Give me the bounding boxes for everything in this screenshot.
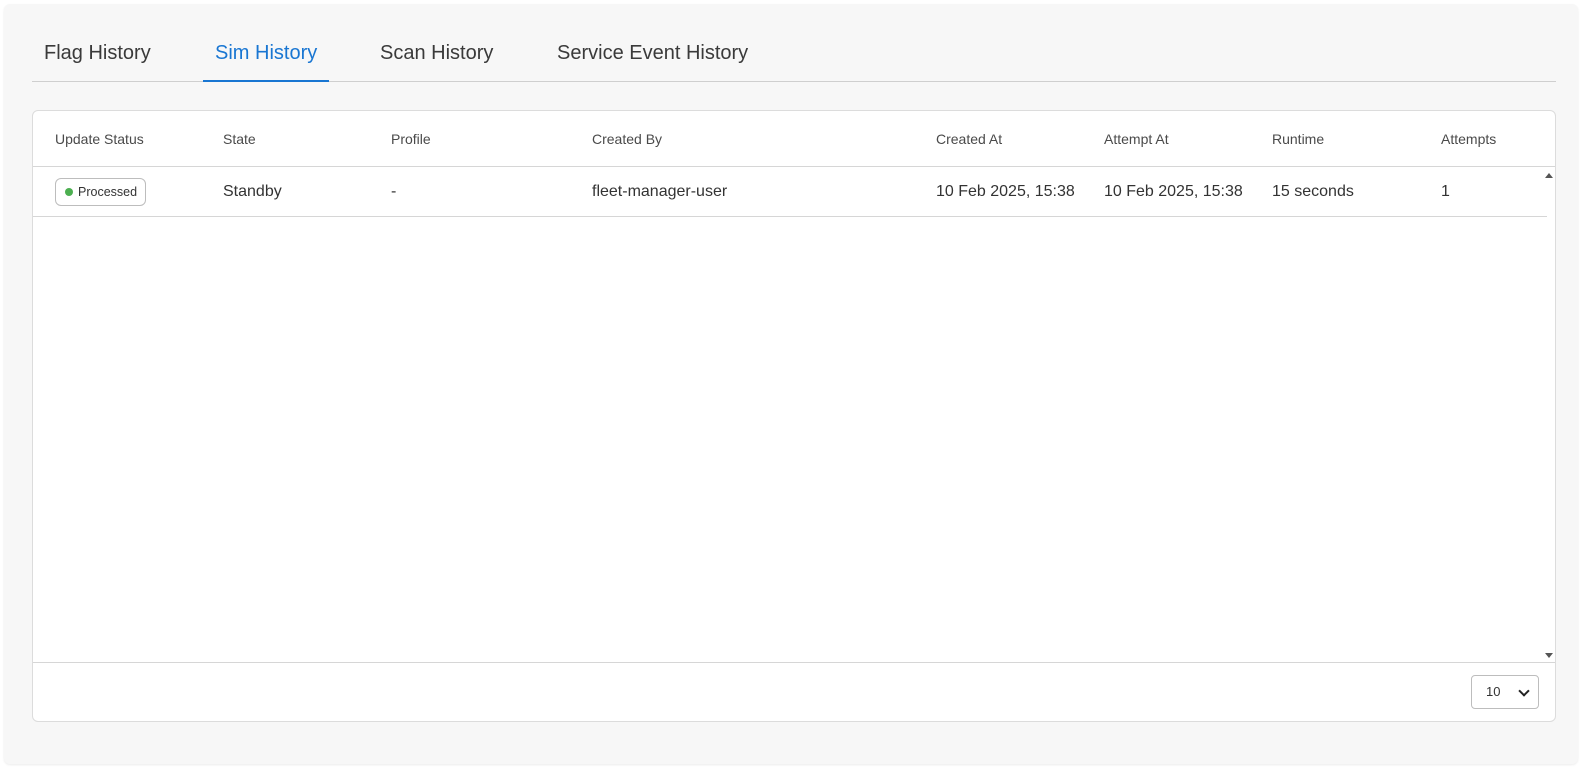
- tab-scan-history[interactable]: Scan History: [368, 28, 505, 82]
- cell-attempts: 1: [1441, 183, 1450, 200]
- chevron-down-icon: [1518, 685, 1530, 697]
- page-size-select[interactable]: 10: [1471, 675, 1539, 709]
- table-header: Update Status State Profile Created By C…: [33, 111, 1555, 167]
- column-header-created-by[interactable]: Created By: [592, 111, 662, 167]
- sim-history-table: Update Status State Profile Created By C…: [32, 110, 1556, 722]
- column-header-attempt-at[interactable]: Attempt At: [1104, 111, 1169, 167]
- page-size-value: 10: [1486, 684, 1501, 699]
- scroll-up-arrow-icon[interactable]: [1545, 173, 1553, 178]
- cell-state: Standby: [223, 183, 282, 200]
- table-footer: 10: [33, 662, 1555, 721]
- column-header-runtime[interactable]: Runtime: [1272, 111, 1324, 167]
- cell-created-by: fleet-manager-user: [592, 183, 728, 200]
- column-header-state[interactable]: State: [223, 111, 256, 167]
- tab-service-event-history[interactable]: Service Event History: [545, 28, 760, 82]
- tab-sim-history[interactable]: Sim History: [203, 28, 330, 82]
- table-row[interactable]: Processed Standby - fleet-manager-user 1…: [33, 167, 1547, 217]
- cell-runtime: 15 seconds: [1272, 183, 1354, 200]
- scroll-down-arrow-icon[interactable]: [1545, 653, 1553, 658]
- status-badge-label: Processed: [78, 185, 138, 199]
- cell-profile: -: [391, 183, 397, 200]
- column-header-profile[interactable]: Profile: [391, 111, 431, 167]
- column-header-created-at[interactable]: Created At: [936, 111, 1002, 167]
- table-body[interactable]: Processed Standby - fleet-manager-user 1…: [33, 167, 1555, 663]
- status-dot-icon: [65, 188, 73, 196]
- status-badge: Processed: [55, 178, 147, 206]
- column-header-update-status[interactable]: Update Status: [55, 111, 144, 167]
- history-panel: Flag History Sim History Scan History Se…: [4, 4, 1578, 764]
- cell-attempt-at: 10 Feb 2025, 15:38: [1104, 183, 1243, 200]
- column-header-attempts[interactable]: Attempts: [1441, 111, 1496, 167]
- tab-bar: Flag History Sim History Scan History Se…: [32, 28, 1556, 82]
- tab-flag-history[interactable]: Flag History: [32, 28, 163, 82]
- cell-created-at: 10 Feb 2025, 15:38: [936, 183, 1075, 200]
